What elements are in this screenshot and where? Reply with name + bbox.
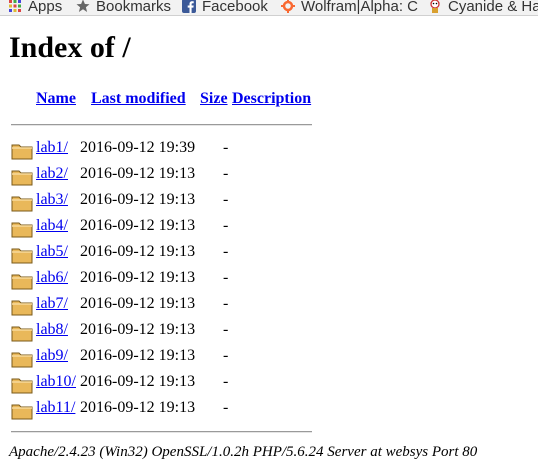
entry-size: - bbox=[223, 373, 229, 390]
listing-header: Name Last modified Size Description bbox=[11, 86, 321, 116]
entry-size: - bbox=[223, 321, 229, 338]
entry-link[interactable]: lab3/ bbox=[36, 191, 68, 209]
table-row: lab11/ 2016-09-12 19:13 - bbox=[11, 397, 321, 423]
table-row: lab9/ 2016-09-12 19:13 - bbox=[11, 345, 321, 371]
bookmark-wolfram[interactable]: Wolfram|Alpha: C bbox=[281, 0, 418, 15]
folder-icon bbox=[11, 326, 33, 342]
entry-link[interactable]: lab1/ bbox=[36, 139, 68, 157]
table-row: lab10/ 2016-09-12 19:13 - bbox=[11, 371, 321, 397]
entry-size: - bbox=[223, 347, 229, 364]
cyanide-icon bbox=[430, 0, 440, 13]
folder-icon bbox=[11, 222, 33, 238]
entry-modified: 2016-09-12 19:13 bbox=[80, 191, 196, 208]
facebook-icon bbox=[182, 0, 196, 13]
star-icon bbox=[76, 0, 90, 12]
entry-link[interactable]: lab9/ bbox=[36, 347, 68, 365]
sort-description-link[interactable]: Description bbox=[232, 90, 311, 108]
apps-grid-icon bbox=[9, 0, 21, 12]
table-row: lab4/ 2016-09-12 19:13 - bbox=[11, 215, 321, 241]
sort-last-modified-link[interactable]: Last modified bbox=[91, 90, 186, 108]
folder-icon bbox=[11, 170, 33, 186]
folder-icon bbox=[11, 300, 33, 316]
table-row: lab1/ 2016-09-12 19:39 - bbox=[11, 137, 321, 163]
folder-icon bbox=[11, 274, 33, 290]
header-divider bbox=[11, 124, 312, 126]
bookmark-cyanide[interactable]: Cyanide & Ha bbox=[428, 0, 538, 15]
bookmark-facebook-label: Facebook bbox=[202, 0, 268, 15]
folder-icon bbox=[11, 196, 33, 212]
table-row: lab7/ 2016-09-12 19:13 - bbox=[11, 293, 321, 319]
bookmark-bookmarks-label: Bookmarks bbox=[96, 0, 172, 15]
entry-modified: 2016-09-12 19:13 bbox=[80, 373, 196, 390]
folder-icon bbox=[11, 248, 33, 264]
entry-modified: 2016-09-12 19:13 bbox=[80, 165, 196, 182]
entry-size: - bbox=[223, 269, 229, 286]
entry-modified: 2016-09-12 19:13 bbox=[80, 295, 196, 312]
folder-icon bbox=[11, 144, 33, 160]
entry-modified: 2016-09-12 19:13 bbox=[80, 347, 196, 364]
sort-size-link[interactable]: Size bbox=[200, 90, 228, 108]
entry-link[interactable]: lab8/ bbox=[36, 321, 68, 339]
bookmark-facebook[interactable]: Facebook bbox=[182, 0, 268, 15]
entry-modified: 2016-09-12 19:13 bbox=[80, 269, 196, 286]
folder-icon bbox=[11, 404, 33, 420]
table-row: lab2/ 2016-09-12 19:13 - bbox=[11, 163, 321, 189]
table-row: lab5/ 2016-09-12 19:13 - bbox=[11, 241, 321, 267]
bookmark-apps-label: Apps bbox=[28, 0, 63, 15]
bookmark-apps[interactable]: Apps bbox=[8, 0, 62, 15]
footer-divider bbox=[11, 431, 312, 433]
entry-list: lab1/ 2016-09-12 19:39 - lab2/ 2016-09-1… bbox=[11, 137, 321, 423]
entry-link[interactable]: lab6/ bbox=[36, 269, 68, 287]
entry-modified: 2016-09-12 19:13 bbox=[80, 399, 196, 416]
bookmark-cyanide-label: Cyanide & Ha bbox=[448, 0, 538, 15]
entry-modified: 2016-09-12 19:13 bbox=[80, 217, 196, 234]
entry-modified: 2016-09-12 19:13 bbox=[80, 321, 196, 338]
entry-size: - bbox=[223, 191, 229, 208]
entry-size: - bbox=[223, 139, 229, 156]
sort-name-link[interactable]: Name bbox=[36, 90, 76, 108]
entry-link[interactable]: lab4/ bbox=[36, 217, 68, 235]
table-row: lab3/ 2016-09-12 19:13 - bbox=[11, 189, 321, 215]
page-title: Index of / bbox=[9, 31, 131, 64]
entry-size: - bbox=[223, 243, 229, 260]
folder-icon bbox=[11, 378, 33, 394]
entry-size: - bbox=[223, 217, 229, 234]
bookmark-bookmarks[interactable]: Bookmarks bbox=[76, 0, 171, 15]
bookmark-wolfram-label: Wolfram|Alpha: C bbox=[301, 0, 418, 15]
bookmarks-bar: Apps Bookmarks Facebook Wolfram|Alpha: C bbox=[0, 0, 538, 16]
table-row: lab8/ 2016-09-12 19:13 - bbox=[11, 319, 321, 345]
folder-icon bbox=[11, 352, 33, 368]
entry-link[interactable]: lab10/ bbox=[36, 373, 76, 391]
entry-modified: 2016-09-12 19:13 bbox=[80, 243, 196, 260]
entry-size: - bbox=[223, 165, 229, 182]
server-signature: Apache/2.4.23 (Win32) OpenSSL/1.0.2h PHP… bbox=[9, 444, 478, 460]
entry-link[interactable]: lab11/ bbox=[36, 399, 75, 417]
entry-link[interactable]: lab7/ bbox=[36, 295, 68, 313]
entry-link[interactable]: lab5/ bbox=[36, 243, 68, 261]
wolfram-icon bbox=[281, 0, 295, 13]
entry-modified: 2016-09-12 19:39 bbox=[80, 139, 196, 156]
entry-size: - bbox=[223, 399, 229, 416]
table-row: lab6/ 2016-09-12 19:13 - bbox=[11, 267, 321, 293]
entry-link[interactable]: lab2/ bbox=[36, 165, 68, 183]
entry-size: - bbox=[223, 295, 229, 312]
